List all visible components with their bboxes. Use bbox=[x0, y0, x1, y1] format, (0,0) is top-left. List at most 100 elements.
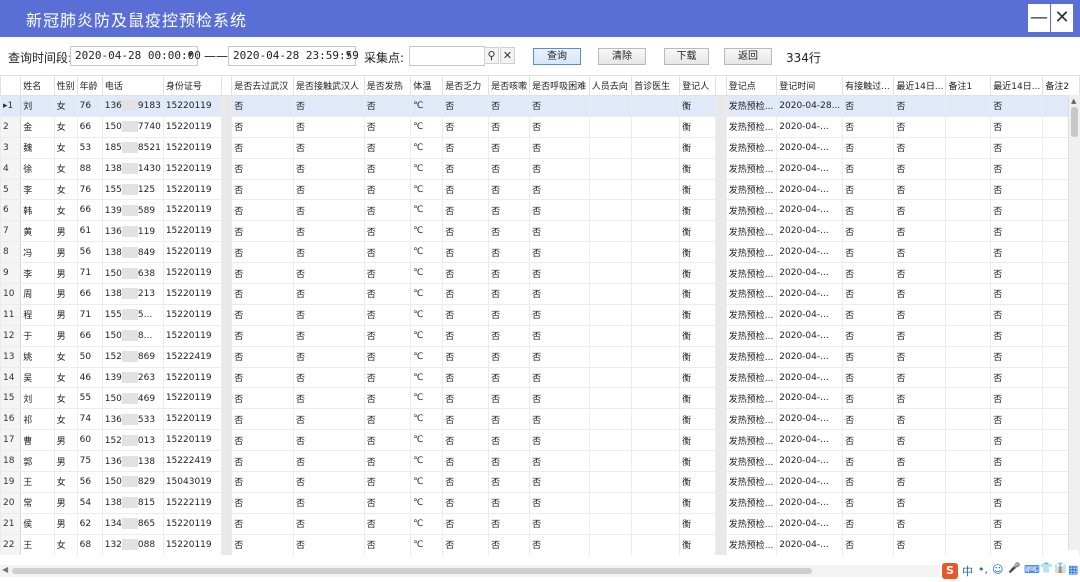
table-row[interactable]: 12 于男 66 150 8... 15220119 否否否 ℃ 否否否衡发热预检... 2020… bbox=[0, 324, 1080, 347]
table-cell[interactable]: 否 bbox=[442, 283, 490, 305]
table-cell[interactable]: ℃ bbox=[410, 408, 444, 431]
table-cell[interactable]: 衡 bbox=[679, 115, 717, 138]
table-cell[interactable] bbox=[631, 345, 681, 368]
table-cell[interactable]: 否 bbox=[842, 324, 895, 347]
table-cell[interactable]: 15222419 bbox=[162, 345, 223, 368]
column-header[interactable]: 电话 bbox=[101, 75, 164, 96]
table-cell[interactable]: 否 bbox=[488, 387, 531, 410]
table-cell[interactable]: ℃ bbox=[410, 450, 444, 473]
mic-icon[interactable]: 🎤 bbox=[1008, 563, 1020, 574]
table-cell[interactable]: 侯 bbox=[20, 512, 55, 535]
table-cell[interactable]: 否 bbox=[488, 471, 531, 493]
table-cell[interactable]: 150 7740 bbox=[101, 115, 164, 138]
table-cell[interactable]: 否 bbox=[990, 533, 1044, 555]
table-cell[interactable]: 136 119 bbox=[101, 220, 164, 243]
table-cell[interactable]: 郭 bbox=[20, 450, 55, 473]
table-cell[interactable]: 否 bbox=[231, 324, 294, 347]
table-cell[interactable]: 刘 bbox=[20, 95, 55, 117]
table-cell[interactable]: 2020-04-... bbox=[776, 324, 844, 347]
table-cell[interactable]: 发热预检... bbox=[725, 241, 778, 264]
table-cell[interactable]: 15220119 bbox=[162, 303, 223, 326]
table-cell[interactable]: 发热预检... bbox=[725, 387, 778, 410]
table-cell[interactable]: 衡 bbox=[679, 429, 717, 452]
table-cell[interactable]: 150 829 bbox=[101, 471, 164, 493]
table-cell[interactable]: 否 bbox=[990, 220, 1044, 243]
column-header[interactable]: 人员去向 bbox=[588, 75, 633, 96]
row-number[interactable]: 7 bbox=[0, 220, 22, 243]
table-cell[interactable]: ℃ bbox=[410, 136, 444, 159]
table-cell[interactable] bbox=[588, 157, 633, 180]
table-cell[interactable]: ℃ bbox=[410, 366, 444, 389]
table-cell[interactable]: 2020-04-... bbox=[776, 366, 844, 389]
punct-icon[interactable]: •, bbox=[978, 563, 988, 576]
table-cell[interactable]: 否 bbox=[488, 408, 531, 431]
table-cell[interactable] bbox=[945, 262, 992, 285]
redacted-cell[interactable] bbox=[715, 429, 727, 452]
table-row[interactable]: 16 祁女 74 136 533 15220119 否否否 ℃ 否否否衡发热预检... 2020-… bbox=[0, 408, 1080, 431]
table-cell[interactable]: 2020-04-... bbox=[776, 136, 844, 159]
row-number[interactable]: 16 bbox=[0, 408, 22, 431]
table-cell[interactable]: 15220119 bbox=[162, 220, 223, 243]
table-row[interactable]: ▸1 刘女 76 136 9183 15220119 否否否 ℃ 否否否衡发热预检... 2020… bbox=[0, 95, 1080, 117]
redacted-cell[interactable] bbox=[715, 387, 727, 410]
table-cell[interactable]: 否 bbox=[292, 95, 365, 117]
table-cell[interactable]: 女 bbox=[53, 533, 78, 555]
table-cell[interactable]: 否 bbox=[488, 366, 531, 389]
table-cell[interactable]: 否 bbox=[292, 429, 365, 452]
table-cell[interactable] bbox=[945, 533, 992, 555]
table-cell[interactable]: 否 bbox=[231, 178, 294, 201]
redacted-cell[interactable] bbox=[221, 512, 233, 535]
redacted-cell[interactable] bbox=[221, 324, 233, 347]
column-header[interactable]: 最近14日... bbox=[893, 75, 947, 96]
table-cell[interactable] bbox=[631, 366, 681, 389]
table-cell[interactable]: 女 bbox=[53, 408, 78, 431]
sogou-icon[interactable]: S bbox=[942, 563, 958, 579]
table-cell[interactable]: 75 bbox=[76, 450, 103, 473]
table-cell[interactable]: 否 bbox=[893, 262, 947, 285]
table-cell[interactable]: 155 5... bbox=[101, 303, 164, 326]
table-cell[interactable]: 否 bbox=[842, 366, 895, 389]
table-cell[interactable] bbox=[631, 178, 681, 201]
table-cell[interactable]: 否 bbox=[893, 471, 947, 493]
table-cell[interactable]: 否 bbox=[529, 220, 590, 243]
table-cell[interactable]: 否 bbox=[292, 241, 365, 264]
row-number[interactable]: 20 bbox=[0, 491, 22, 514]
row-number[interactable]: 19 bbox=[0, 471, 22, 493]
table-cell[interactable]: 否 bbox=[990, 283, 1044, 305]
table-cell[interactable] bbox=[945, 157, 992, 180]
table-cell[interactable]: 2020-04-... bbox=[776, 157, 844, 180]
table-cell[interactable] bbox=[631, 303, 681, 326]
table-cell[interactable]: 常 bbox=[20, 491, 55, 514]
table-cell[interactable]: ℃ bbox=[410, 533, 444, 555]
table-cell[interactable]: 衡 bbox=[679, 471, 717, 493]
row-number[interactable]: 12 bbox=[0, 324, 22, 347]
table-cell[interactable]: 15220119 bbox=[162, 178, 223, 201]
table-cell[interactable]: 否 bbox=[363, 345, 412, 368]
table-cell[interactable]: 否 bbox=[292, 324, 365, 347]
table-cell[interactable] bbox=[631, 408, 681, 431]
table-cell[interactable]: 否 bbox=[842, 115, 895, 138]
table-cell[interactable]: 发热预检... bbox=[725, 178, 778, 201]
table-row[interactable]: 10 周男 66 138 213 15220119 否否否 ℃ 否否否衡发热预检... 2020-… bbox=[0, 283, 1080, 305]
table-cell[interactable]: 否 bbox=[893, 241, 947, 264]
table-cell[interactable]: 否 bbox=[842, 387, 895, 410]
table-cell[interactable]: 否 bbox=[990, 95, 1044, 117]
table-cell[interactable]: 衡 bbox=[679, 512, 717, 535]
column-header[interactable]: 是否发热 bbox=[363, 75, 412, 96]
redacted-cell[interactable] bbox=[715, 450, 727, 473]
table-cell[interactable]: 76 bbox=[76, 178, 103, 201]
table-cell[interactable]: 否 bbox=[529, 387, 590, 410]
column-header[interactable]: 是否去过武汉 bbox=[231, 75, 294, 96]
redacted-cell[interactable] bbox=[715, 199, 727, 222]
table-cell[interactable]: 衡 bbox=[679, 262, 717, 285]
table-cell[interactable]: 否 bbox=[842, 429, 895, 452]
table-cell[interactable]: 2020-04-... bbox=[776, 178, 844, 201]
table-cell[interactable]: 66 bbox=[76, 199, 103, 222]
table-cell[interactable]: 否 bbox=[363, 303, 412, 326]
table-cell[interactable]: 否 bbox=[488, 199, 531, 222]
table-cell[interactable]: 否 bbox=[990, 115, 1044, 138]
table-cell[interactable]: ℃ bbox=[410, 345, 444, 368]
table-cell[interactable] bbox=[588, 387, 633, 410]
table-cell[interactable] bbox=[631, 533, 681, 555]
table-cell[interactable]: 否 bbox=[231, 387, 294, 410]
